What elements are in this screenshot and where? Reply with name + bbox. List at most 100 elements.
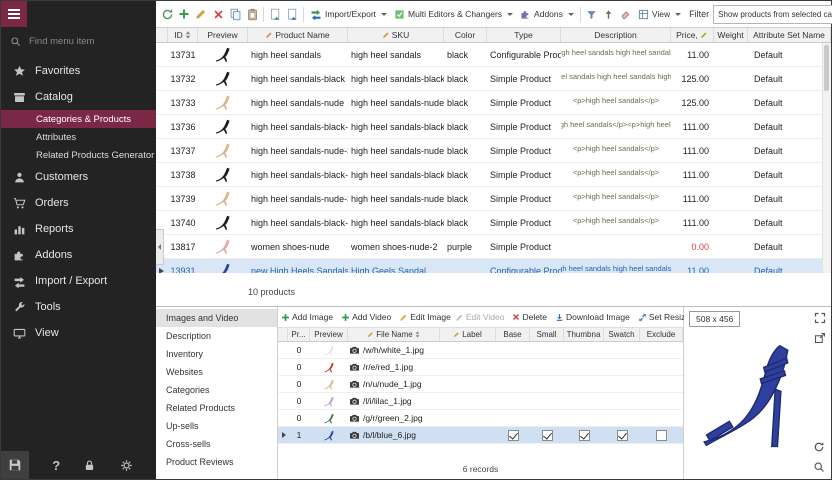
image-row[interactable]: 0 /g/r/green_2.jpg xyxy=(278,410,683,427)
column-color[interactable]: Color xyxy=(444,28,487,42)
add-video-button[interactable]: Add Video xyxy=(340,312,392,322)
product-row[interactable]: 13738 high heel sandals-black-37 high he… xyxy=(156,163,831,187)
detail-tab-cross-sells[interactable]: Cross-sells xyxy=(156,435,277,453)
sidebar-item-customers[interactable]: Customers xyxy=(1,164,156,190)
column-sku[interactable]: SKU xyxy=(348,28,444,42)
row-expand-cell[interactable] xyxy=(278,410,288,426)
menu-search[interactable] xyxy=(1,27,156,55)
quick-filter-button[interactable] xyxy=(584,4,600,24)
image-row[interactable]: 0 /w/h/white_1.jpg xyxy=(278,342,683,359)
row-expand-cell[interactable] xyxy=(278,427,288,443)
edit-image-button[interactable]: Edit Image xyxy=(398,312,452,322)
column-attribute-set[interactable]: Attribute Set Name xyxy=(748,28,831,42)
image-row[interactable]: 0 /r/e/red_1.jpg xyxy=(278,359,683,376)
column-base[interactable]: Base xyxy=(496,328,530,341)
multi-editors-menu[interactable]: Multi Editors & Changers xyxy=(391,4,516,24)
copy-button[interactable] xyxy=(227,4,243,24)
image-size-label[interactable]: 508 x 456 xyxy=(689,311,740,327)
column-id[interactable]: ID xyxy=(168,28,198,42)
export-grid-button[interactable] xyxy=(267,4,283,24)
sidebar-item-view[interactable]: View xyxy=(1,320,156,346)
row-expand-cell[interactable] xyxy=(156,163,168,186)
product-image-preview[interactable] xyxy=(695,336,821,467)
addons-menu[interactable]: Addons xyxy=(517,4,577,24)
help-icon[interactable]: ? xyxy=(52,458,60,473)
row-expand-cell[interactable] xyxy=(156,91,168,114)
sidebar-item-import-export[interactable]: Import / Export xyxy=(1,268,156,294)
image-row[interactable]: 0 /l/i/lilac_1.jpg xyxy=(278,393,683,410)
detail-tab-related-products[interactable]: Related Products xyxy=(156,399,277,417)
detail-tab-inventory[interactable]: Inventory xyxy=(156,345,277,363)
edit-product-button[interactable] xyxy=(193,4,209,24)
column-price[interactable]: Price, xyxy=(671,28,714,42)
detail-tab-websites[interactable]: Websites xyxy=(156,363,277,381)
row-expand-cell[interactable] xyxy=(156,43,168,66)
column-description[interactable]: Description xyxy=(561,28,671,42)
gear-icon[interactable] xyxy=(120,459,133,472)
vertical-scrollbar[interactable] xyxy=(822,43,831,273)
row-expand-cell[interactable] xyxy=(278,359,288,375)
clear-filter-button[interactable] xyxy=(618,4,634,24)
delete-product-button[interactable] xyxy=(210,4,226,24)
swatch-checkbox[interactable] xyxy=(617,430,628,441)
lock-icon[interactable] xyxy=(83,459,96,472)
product-row[interactable]: 13736 high heel sandals-black-36 high he… xyxy=(156,115,831,139)
delete-image-button[interactable]: Delete xyxy=(511,312,548,322)
thumbnail-checkbox[interactable] xyxy=(579,430,590,441)
product-row[interactable]: 13740 high heel sandals-black-38 high he… xyxy=(156,211,831,235)
product-row[interactable]: 13739 high heel sandals-nude-37 high hee… xyxy=(156,187,831,211)
edit-video-button[interactable]: Edit Video xyxy=(454,312,506,322)
column-weight[interactable]: Weight xyxy=(714,28,748,42)
column-exclude[interactable]: Exclude xyxy=(640,328,683,341)
detail-tab-product-reviews[interactable]: Product Reviews xyxy=(156,453,277,471)
exclude-checkbox[interactable] xyxy=(656,430,667,441)
row-expand-cell[interactable] xyxy=(156,187,168,210)
sort-ascending-button[interactable] xyxy=(601,4,617,24)
fullscreen-button[interactable] xyxy=(814,312,826,324)
sidebar-item-orders[interactable]: Orders xyxy=(1,190,156,216)
add-product-button[interactable] xyxy=(176,4,192,24)
import-export-menu[interactable]: Import/Export xyxy=(307,4,390,24)
sidebar-item-catalog[interactable]: Catalog xyxy=(1,84,156,110)
product-row[interactable]: 13732 high heel sandals-black high heel … xyxy=(156,67,831,91)
detail-tab-description[interactable]: Description xyxy=(156,327,277,345)
download-image-button[interactable]: Download Image xyxy=(554,312,631,322)
image-row[interactable]: 0 /n/u/nude_1.jpg xyxy=(278,376,683,393)
sidebar-item-categories-products[interactable]: Categories & Products xyxy=(1,110,156,128)
column-swatch[interactable]: Swatch xyxy=(604,328,640,341)
column-file-name[interactable]: File Name xyxy=(348,328,440,341)
sidebar-item-related-products-generator[interactable]: Related Products Generator xyxy=(1,146,156,164)
sidebar-item-favorites[interactable]: Favorites xyxy=(1,58,156,84)
sidebar-item-tools[interactable]: Tools xyxy=(1,294,156,320)
column-preview[interactable]: Preview xyxy=(198,28,248,42)
row-expand-cell[interactable] xyxy=(156,67,168,90)
base-checkbox[interactable] xyxy=(508,430,519,441)
menu-search-input[interactable] xyxy=(27,35,147,48)
column-product-name[interactable]: Product Name xyxy=(248,28,348,42)
row-expand-cell[interactable] xyxy=(278,393,288,409)
sidebar-collapse-handle[interactable] xyxy=(156,229,164,265)
sidebar-item-attributes[interactable]: Attributes xyxy=(1,128,156,146)
detail-tab-images-and-video[interactable]: Images and Video xyxy=(156,309,277,327)
product-row[interactable]: 13731 high heel sandals high heel sandal… xyxy=(156,43,831,67)
product-row[interactable]: 13817 women shoes-nude women shoes-nude-… xyxy=(156,235,831,259)
menu-toggle-button[interactable] xyxy=(1,1,27,27)
column-small[interactable]: Small xyxy=(530,328,564,341)
refresh-button[interactable] xyxy=(159,4,175,24)
row-expand-cell[interactable] xyxy=(278,342,288,358)
add-image-button[interactable]: Add Image xyxy=(280,312,334,322)
detail-tab-categories[interactable]: Categories xyxy=(156,381,277,399)
detail-tab-up-sells[interactable]: Up-sells xyxy=(156,417,277,435)
print-grid-button[interactable] xyxy=(284,4,300,24)
sidebar-item-reports[interactable]: Reports xyxy=(1,216,156,242)
sidebar-item-addons[interactable]: Addons xyxy=(1,242,156,268)
product-row[interactable]: 13931 new High Heels Sandals High Geels … xyxy=(156,259,831,273)
filter-dropdown[interactable]: Show products from selected categories xyxy=(713,5,832,24)
image-row[interactable]: 1 /b/l/blue_6.jpg xyxy=(278,427,683,444)
row-expand-cell[interactable] xyxy=(156,115,168,138)
column-position[interactable]: Pr... xyxy=(288,328,310,341)
column-type[interactable]: Type xyxy=(487,28,561,42)
paste-button[interactable] xyxy=(244,4,260,24)
save-button[interactable] xyxy=(1,451,29,479)
product-row[interactable]: 13737 high heel sandals-nude-36 high hee… xyxy=(156,139,831,163)
